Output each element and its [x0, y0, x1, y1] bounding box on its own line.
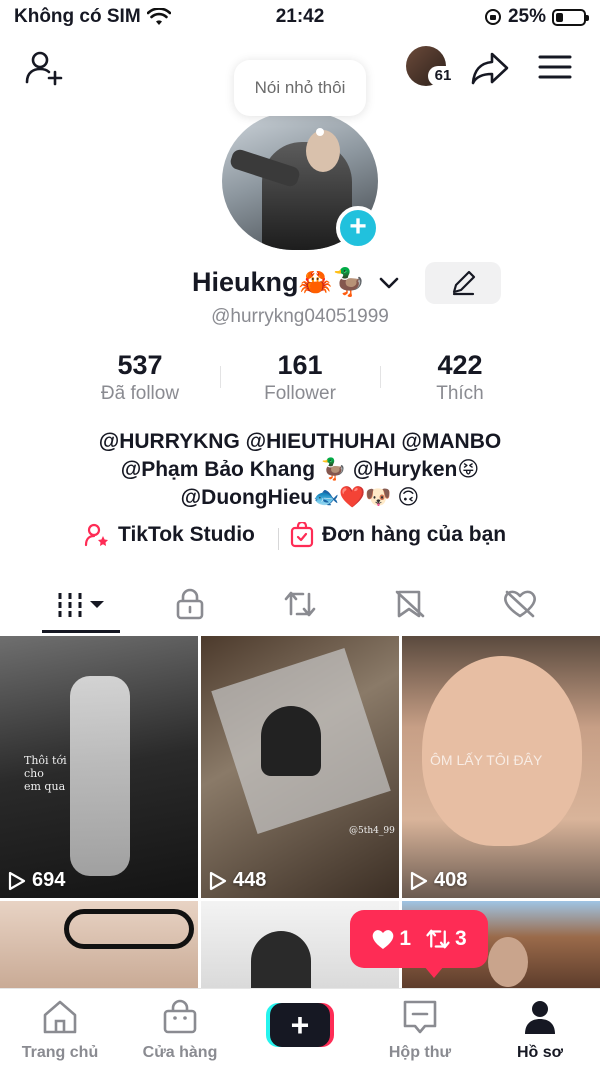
reposts-count: 3 [455, 927, 467, 950]
share-icon [471, 52, 509, 85]
lock-icon [176, 588, 204, 620]
profile-bio: @HURRYKNG @HIEUTHUHAI @MANBO @Phạm Bảo K… [0, 428, 600, 512]
likes-count: 1 [399, 927, 411, 950]
profile-icon [525, 1001, 555, 1034]
profile-name-row: Hieukng🦀🦆 [0, 262, 600, 306]
nav-shop[interactable]: Cửa hàng [135, 999, 225, 1062]
reposts-notification: 3 [425, 927, 467, 951]
note-bubble-tail [316, 128, 324, 136]
stat-label: Follower [264, 383, 336, 404]
repost-icon [284, 591, 316, 617]
pencil-icon [452, 270, 476, 296]
stat-likes[interactable]: 422 Thích [380, 350, 540, 405]
activity-notification[interactable]: 1 3 [350, 910, 488, 978]
battery-percent: 25% [507, 6, 546, 27]
stat-value: 422 [437, 350, 483, 380]
stat-followers[interactable]: 161 Follower [220, 350, 380, 405]
tiktok-studio-link[interactable]: TikTok Studio [84, 522, 255, 548]
view-count-value: 408 [434, 869, 468, 891]
add-story-button[interactable]: + [336, 206, 380, 250]
stat-label: Thích [436, 383, 484, 404]
home-icon [43, 1000, 77, 1034]
create-button[interactable]: + [266, 1003, 334, 1047]
share-button[interactable] [470, 50, 510, 86]
battery-icon [552, 8, 589, 26]
menu-button[interactable] [538, 54, 572, 80]
view-count: 448 [209, 869, 266, 892]
orders-link[interactable]: Đơn hàng của bạn [290, 522, 506, 548]
edit-profile-button[interactable] [425, 262, 501, 304]
tab-favorites[interactable] [380, 584, 440, 624]
nav-home[interactable]: Trang chủ [15, 999, 105, 1062]
stat-following[interactable]: 537 Đã follow [60, 350, 220, 405]
view-count-value: 448 [233, 869, 267, 891]
video-thumbnail[interactable]: ÔM LẤY TÔI ĐÂY 408 [402, 636, 600, 898]
view-count: 694 [8, 869, 65, 892]
video-thumbnail[interactable] [0, 901, 198, 988]
nav-profile[interactable]: Hồ sơ [495, 999, 585, 1062]
nav-inbox[interactable]: Hộp thư [375, 999, 465, 1062]
view-count: 408 [410, 869, 467, 892]
chevron-down-icon[interactable] [378, 272, 400, 294]
play-icon [8, 871, 26, 890]
tab-liked[interactable] [490, 584, 550, 624]
profile-links: TikTok Studio Đơn hàng của bạn [0, 522, 600, 554]
shop-icon [163, 999, 197, 1034]
nav-label: Hồ sơ [516, 1044, 564, 1061]
add-user-button[interactable] [24, 48, 64, 88]
stat-divider [220, 366, 221, 388]
note-bubble[interactable]: Nói nhỏ thôi [234, 60, 366, 116]
profile-name: Hieukng🦀🦆 [192, 267, 366, 297]
bio-line: @HURRYKNG @HIEUTHUHAI @MANBO [98, 430, 502, 453]
studio-icon [84, 523, 108, 547]
heart-icon [373, 930, 394, 949]
video-grid: Thôi tới cho em qua 694 @5th4_99 448 ÔM … [0, 636, 600, 988]
inbox-icon [403, 1000, 437, 1034]
orientation-lock-icon [484, 9, 501, 25]
tab-reposts[interactable] [270, 584, 330, 624]
link-label: Đơn hàng của bạn [322, 523, 507, 546]
video-caption: Thôi tới cho em qua [24, 754, 67, 793]
tab-private[interactable] [160, 584, 220, 624]
video-caption: ÔM LẤY TÔI ĐÂY [430, 752, 543, 768]
play-icon [410, 871, 428, 890]
nav-label: Trang chủ [21, 1044, 99, 1061]
stat-divider [380, 366, 381, 388]
profile-tabs [0, 578, 600, 634]
notification-count-badge: 61 [428, 66, 458, 86]
profile-handle: @hurrykng04051999 [211, 306, 389, 327]
status-bar: Không có SIM 21:42 25% [0, 0, 600, 36]
favorites-hidden-icon [395, 590, 425, 618]
stat-label: Đã follow [100, 383, 180, 404]
videos-grid-icon [58, 593, 104, 617]
menu-icon [538, 55, 572, 79]
create-icon: + [270, 1003, 330, 1047]
likes-notification: 1 [371, 927, 411, 951]
stat-value: 537 [117, 350, 163, 380]
video-caption: @5th4_99 [349, 826, 395, 836]
link-label: TikTok Studio [118, 523, 255, 546]
stat-value: 161 [277, 350, 323, 380]
bottom-nav: Trang chủ Cửa hàng + Hộp thư Hồ sơ [0, 988, 600, 1067]
video-thumbnail[interactable]: Thôi tới cho em qua 694 [0, 636, 198, 898]
repost-icon [426, 929, 450, 949]
add-user-icon [25, 51, 63, 86]
profile-stats: 537 Đã follow 161 Follower 422 Thích [0, 350, 600, 410]
bio-line: @Phạm Bảo Khang 🦆 @Huryken😝 [120, 458, 480, 481]
view-count-value: 694 [32, 869, 66, 891]
video-thumbnail[interactable]: @5th4_99 448 [201, 636, 399, 898]
nav-label: Hộp thư [388, 1044, 452, 1061]
link-divider [278, 528, 279, 550]
play-icon [209, 871, 227, 890]
nav-label: Cửa hàng [142, 1044, 218, 1061]
active-tab-indicator [42, 630, 120, 633]
liked-hidden-icon [504, 590, 536, 618]
tab-videos[interactable] [50, 584, 110, 624]
bio-line: @DuongHieu🐟❤️🐶 🙃 [180, 486, 420, 509]
orders-icon [290, 522, 314, 548]
